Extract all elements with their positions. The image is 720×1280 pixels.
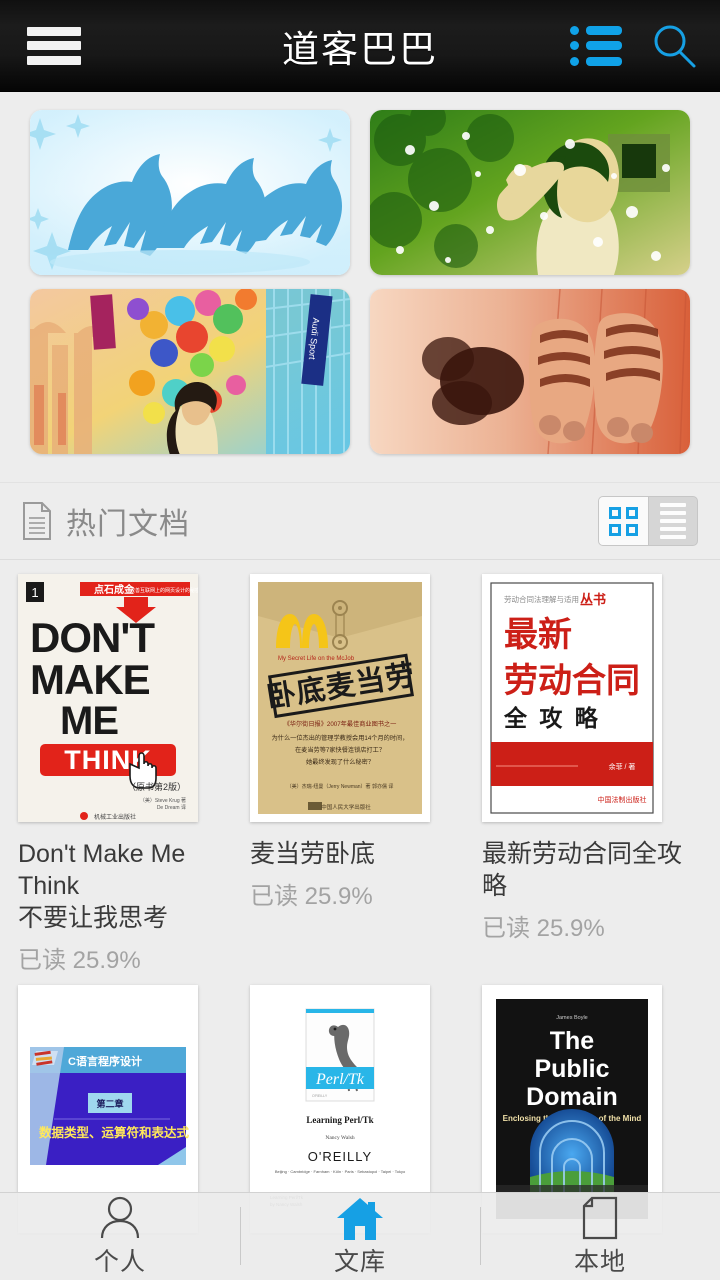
section-header-hot-documents: 热门文档 (0, 482, 720, 560)
svg-text:（美）杰瑞·纽曼（Jerry Newman）著 郭亦儒 译: （美）杰瑞·纽曼（Jerry Newman）著 郭亦儒 译 (287, 783, 394, 790)
home-icon (335, 1196, 385, 1240)
svg-text:她最终发现了什么秘密？: 她最终发现了什么秘密？ (306, 758, 374, 766)
app-screen: 道客巴巴 Audi Sport 热门文档 1 点石成金 改善互联网上的网页设计的… (0, 0, 720, 1280)
document-icon (23, 502, 51, 540)
svg-text:中国法制出版社: 中国法制出版社 (598, 795, 647, 804)
search-icon[interactable] (650, 22, 698, 70)
person-icon (96, 1196, 144, 1240)
svg-text:中国人民大学出版社: 中国人民大学出版社 (321, 803, 371, 811)
svg-text:劳动合同法理解与适用: 劳动合同法理解与适用 (504, 594, 579, 604)
header-actions (570, 22, 698, 70)
svg-text:最新: 最新 (504, 616, 572, 654)
document-item[interactable]: 劳动合同法理解与适用 丛书 最新 劳动合同 全 攻 略 余菲 / 著 中国法制出… (482, 574, 702, 975)
nav-label-personal: 个人 (93, 1247, 146, 1276)
grid-icon (608, 506, 638, 536)
svg-text:Nancy Walsh: Nancy Walsh (325, 1135, 354, 1141)
reading-progress: 已读 25.9% (482, 915, 605, 942)
svg-text:改善互联网上的网页设计的秘密: 改善互联网上的网页设计的秘密 (130, 587, 198, 594)
svg-text:C语言程序设计: C语言程序设计 (68, 1054, 142, 1068)
svg-text:ME: ME (60, 699, 118, 743)
grid-view-button[interactable] (599, 497, 649, 545)
svg-text:The: The (550, 1027, 595, 1055)
cover-maidanglao-wodi[interactable]: My Secret Life on the McJob 卧底麦当劳 《华尔街日报… (250, 574, 430, 822)
section-title: 热门文档 (66, 508, 190, 541)
document-subtitle: 不要让我思考 (18, 904, 169, 932)
svg-text:余菲 / 著: 余菲 / 著 (609, 762, 636, 771)
document-title: Don't Make Me Think (18, 840, 186, 900)
svg-text:数据类型、运算符和表达式: 数据类型、运算符和表达式 (38, 1125, 190, 1140)
svg-text:1: 1 (31, 585, 38, 600)
nav-item-local[interactable]: 本地 (480, 1193, 720, 1280)
svg-text:丛书: 丛书 (580, 592, 606, 607)
list-icon-row (570, 56, 622, 66)
cover-laodong-hetong[interactable]: 劳动合同法理解与适用 丛书 最新 劳动合同 全 攻 略 余菲 / 著 中国法制出… (482, 574, 662, 822)
svg-text:《华尔街日报》2007年最佳商业图书之一: 《华尔街日报》2007年最佳商业图书之一 (284, 720, 397, 728)
document-title: 最新劳动合同全攻略 (482, 840, 683, 900)
list-lines-icon (659, 503, 686, 539)
view-mode-toggle[interactable] (598, 496, 698, 546)
svg-text:Beijing · Cambridge · Farnham: Beijing · Cambridge · Farnham · Köln · P… (275, 1169, 406, 1174)
svg-text:Public: Public (534, 1055, 609, 1083)
document-title: 麦当劳卧底 (250, 840, 376, 868)
banner-row-top (0, 110, 720, 275)
banner-girl-green[interactable] (370, 110, 690, 275)
svg-text:Perl/Tk: Perl/Tk (315, 1071, 365, 1088)
svg-text:Learning Perl/Tk: Learning Perl/Tk (306, 1115, 373, 1125)
svg-text:DON'T: DON'T (30, 614, 155, 661)
svg-text:（美）Steve Krug 著: （美）Steve Krug 著 (140, 797, 186, 804)
app-header: 道客巴巴 (0, 0, 720, 92)
list-view-button[interactable] (649, 497, 698, 545)
reading-progress: 已读 25.9% (250, 883, 373, 910)
svg-text:机械工业出版社: 机械工业出版社 (94, 813, 136, 821)
banner-balloons[interactable]: Audi Sport (30, 289, 350, 454)
svg-text:为什么一位杰出的管理学教授会用14个月的时间，: 为什么一位杰出的管理学教授会用14个月的时间， (272, 734, 409, 742)
banner-row-bottom: Audi Sport (0, 289, 720, 454)
svg-text:Domain: Domain (526, 1083, 618, 1111)
svg-text:点石成金: 点石成金 (94, 583, 135, 596)
bottom-navigation: 个人 文库 本地 (0, 1192, 720, 1280)
document-item[interactable]: 1 点石成金 改善互联网上的网页设计的秘密 DON'T MAKE ME THIN… (18, 574, 238, 975)
svg-text:O'REILLY: O'REILLY (312, 1094, 328, 1098)
nav-label-library: 文库 (333, 1247, 386, 1276)
svg-text:MAKE: MAKE (30, 656, 150, 703)
document-item[interactable]: My Secret Life on the McJob 卧底麦当劳 《华尔街日报… (250, 574, 470, 975)
list-icon-row (570, 41, 622, 50)
document-grid: 1 点石成金 改善互联网上的网页设计的秘密 DON'T MAKE ME THIN… (0, 560, 720, 1233)
cover-dont-make-me-think[interactable]: 1 点石成金 改善互联网上的网页设计的秘密 DON'T MAKE ME THIN… (18, 574, 198, 822)
svg-text:全 攻 略: 全 攻 略 (503, 705, 601, 731)
document-row: 1 点石成金 改善互联网上的网页设计的秘密 DON'T MAKE ME THIN… (0, 574, 720, 975)
nav-label-local: 本地 (573, 1247, 626, 1276)
list-icon-row (570, 25, 622, 35)
svg-text:James Boyle: James Boyle (556, 1015, 588, 1021)
nav-item-personal[interactable]: 个人 (0, 1193, 240, 1280)
svg-text:O'REILLY: O'REILLY (308, 1149, 372, 1164)
banner-horses[interactable] (30, 110, 350, 275)
svg-text:De Dream 译: De Dream 译 (157, 804, 186, 811)
banner-cat-paws[interactable] (370, 289, 690, 454)
banner-carousel: Audi Sport (0, 92, 720, 482)
svg-text:在麦当劳等7家快餐连锁店打工？: 在麦当劳等7家快餐连锁店打工？ (295, 746, 385, 754)
document-page-icon (580, 1196, 620, 1240)
svg-text:（原书第2版）: （原书第2版） (127, 781, 186, 792)
svg-text:第二章: 第二章 (96, 1098, 123, 1109)
nav-item-library[interactable]: 文库 (240, 1193, 480, 1280)
reading-progress: 已读 25.9% (18, 947, 141, 974)
list-view-icon[interactable] (570, 25, 622, 66)
cover-tagline: My Secret Life on the McJob (278, 656, 355, 662)
svg-text:劳动合同: 劳动合同 (504, 662, 640, 700)
